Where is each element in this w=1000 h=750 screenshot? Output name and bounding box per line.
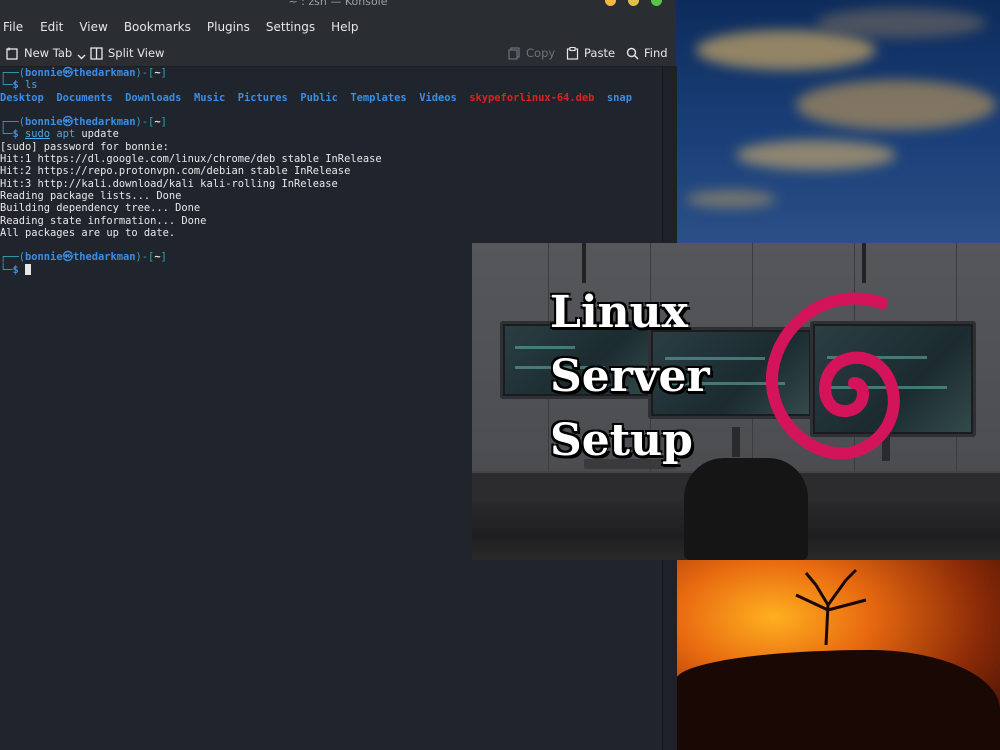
search-icon: [626, 47, 639, 60]
paste-button[interactable]: Paste: [566, 40, 615, 66]
ls-output: Desktop Documents Downloads Music Pictur…: [0, 91, 632, 104]
chevron-down-icon: [77, 54, 86, 59]
menu-bar: File Edit View Bookmarks Plugins Setting…: [0, 14, 676, 40]
command-line: └─$ ls: [0, 79, 38, 92]
title-line-2: Server: [550, 351, 710, 402]
debian-logo-icon: [765, 292, 900, 460]
menu-bookmarks[interactable]: Bookmarks: [120, 20, 199, 34]
prompt-line: ┌──(bonnie㉿thedarkman)-[~]: [0, 67, 167, 79]
text-cursor: [25, 263, 32, 275]
window-title: ~ : zsh — Konsole: [288, 0, 388, 8]
output-line: Hit:1 https://dl.google.com/linux/chrome…: [0, 153, 382, 166]
linux-server-setup-image: Linux Server Setup: [472, 243, 1000, 560]
menu-help[interactable]: Help: [327, 20, 366, 34]
menu-settings[interactable]: Settings: [262, 20, 323, 34]
tree-silhouette: [795, 568, 867, 645]
title-line-1: Linux: [550, 287, 688, 338]
output-line: All packages are up to date.: [0, 226, 176, 239]
output-line: Reading package lists... Done: [0, 189, 182, 202]
copy-label: Copy: [526, 46, 556, 60]
output-line: [sudo] password for bonnie:: [0, 140, 169, 153]
menu-view[interactable]: View: [75, 20, 115, 34]
output-line: Hit:2 https://repo.protonvpn.com/debian …: [0, 165, 351, 178]
close-button[interactable]: [651, 0, 662, 6]
menu-edit[interactable]: Edit: [36, 20, 71, 34]
paste-label: Paste: [584, 46, 616, 60]
new-tab-button[interactable]: New Tab: [6, 40, 86, 66]
minimize-button[interactable]: [605, 0, 616, 6]
new-tab-icon: [6, 47, 18, 60]
toolbar: New Tab Split View Copy Paste Find: [0, 40, 676, 67]
copy-icon: [508, 46, 520, 60]
prompt-line: ┌──(bonnie㉿thedarkman)-[~]: [0, 116, 167, 129]
maximize-button[interactable]: [628, 0, 639, 6]
find-label: Find: [644, 46, 668, 60]
output-line: Building dependency tree... Done: [0, 202, 201, 215]
overlay-title: Linux Server Setup: [550, 281, 710, 473]
find-button[interactable]: Find: [626, 40, 668, 66]
menu-plugins[interactable]: Plugins: [203, 20, 258, 34]
menu-file[interactable]: File: [0, 20, 31, 34]
split-view-label: Split View: [108, 46, 165, 60]
split-view-button[interactable]: Split View: [90, 40, 164, 66]
command-line: └─$ sudo apt update: [0, 128, 119, 141]
new-tab-label: New Tab: [24, 46, 73, 60]
paste-icon: [566, 46, 579, 60]
output-line: Reading state information... Done: [0, 214, 207, 227]
output-line: Hit:3 http://kali.download/kali kali-rol…: [0, 177, 338, 190]
title-line-3: Setup: [550, 415, 693, 466]
copy-button[interactable]: Copy: [508, 40, 555, 66]
split-view-icon: [90, 46, 103, 60]
title-bar: ~ : zsh — Konsole: [0, 0, 676, 14]
